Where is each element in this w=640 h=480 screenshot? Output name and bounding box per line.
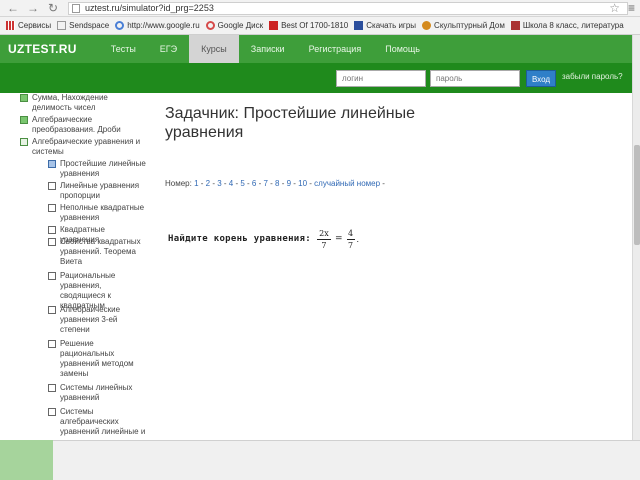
task-link-1[interactable]: 1 [194, 179, 198, 188]
bookmark-item[interactable]: Sendspace [57, 21, 109, 30]
bookmark-item[interactable]: Скульптурный Дом [422, 21, 505, 30]
apps-icon [6, 21, 15, 30]
rhs-fraction: 4 7 [346, 228, 355, 250]
bookmark-item[interactable]: http://www.google.ru [115, 21, 200, 30]
nav-item-courses[interactable]: Курсы [189, 35, 239, 63]
document-icon [48, 306, 56, 314]
lhs-fraction: 2x 7 [316, 228, 331, 250]
folder-icon [20, 116, 28, 124]
page-title: Задачник: Простейшие линейные уравнения [165, 105, 416, 141]
document-icon [48, 182, 56, 190]
nav-item-tests[interactable]: Тесты [99, 35, 148, 63]
google-icon [115, 21, 125, 30]
scroll-thumb[interactable] [634, 145, 640, 245]
nav-menu: Тесты ЕГЭ Курсы Записки Регистрация Помо… [99, 35, 432, 63]
page-icon [269, 21, 279, 30]
period: . [356, 234, 360, 244]
bottom-green-block [0, 440, 53, 480]
nav-item-help[interactable]: Помощь [373, 35, 432, 63]
sidebar-item[interactable]: Линейные уравнения пропорции [48, 181, 146, 201]
sidebar: Сумма, Нахождение делимость чисел Алгебр… [0, 93, 150, 440]
task-link-4[interactable]: 4 [229, 179, 233, 188]
rhs-numerator: 4 [347, 228, 354, 238]
folder-icon [20, 94, 28, 102]
document-icon [48, 160, 56, 168]
task-link-10[interactable]: 10 [298, 179, 307, 188]
menu-icon[interactable]: ≡ [628, 1, 635, 15]
random-task-link[interactable]: случайный номер [314, 179, 380, 188]
reload-icon[interactable]: ↻ [46, 1, 60, 15]
fraction-bar [346, 238, 355, 240]
nav-item-notes[interactable]: Записки [239, 35, 297, 63]
document-icon [48, 384, 56, 392]
bookmark-item[interactable]: Google Диск [205, 21, 263, 30]
google-icon [205, 21, 215, 30]
document-icon [48, 204, 56, 212]
sidebar-item[interactable]: Сумма, Нахождение делимость чисел [20, 93, 145, 113]
login-input[interactable] [336, 70, 426, 87]
forward-icon[interactable]: → [26, 1, 40, 15]
site-icon [422, 21, 432, 30]
document-icon [48, 238, 56, 246]
task-text: Найдите корень уравнения: [168, 234, 311, 244]
sidebar-item[interactable]: Системы алгебраических уравнений линейны… [48, 407, 146, 437]
sidebar-item[interactable]: Решение рациональных уравнений методом з… [48, 339, 146, 379]
rhs-denominator: 7 [347, 240, 354, 250]
bookmark-item[interactable]: Скачать игры [354, 21, 416, 30]
url-text: uztest.ru/simulator?id_prg=2253 [85, 2, 214, 13]
globe-icon [354, 21, 364, 30]
page-icon [72, 3, 80, 13]
task-link-6[interactable]: 6 [252, 179, 256, 188]
password-input[interactable] [430, 70, 520, 87]
bookmark-item[interactable]: Best Of 1700-1810 [269, 21, 348, 30]
nav-item-ege[interactable]: ЕГЭ [148, 35, 189, 63]
fraction-bar [316, 238, 331, 240]
sidebar-item[interactable]: Системы линейных уравнений [48, 383, 146, 403]
task-statement: Найдите корень уравнения: 2x 7 = 4 7 . [168, 226, 359, 252]
task-link-7[interactable]: 7 [263, 179, 267, 188]
browser-toolbar: ← → ↻ uztest.ru/simulator?id_prg=2253 ☆ … [0, 0, 640, 17]
document-icon [48, 272, 56, 280]
bookmark-item[interactable]: Школа 8 класс, литература [510, 21, 624, 30]
site-logo[interactable]: UZTEST.RU [8, 42, 77, 56]
sidebar-item[interactable]: Неполные квадратные уравнения [48, 203, 146, 223]
sidebar-item[interactable]: Свойства квадратных уравнений. Теорема В… [48, 237, 146, 267]
back-icon[interactable]: ← [6, 1, 20, 15]
bookmarks-bar: Сервисы Sendspace http://www.google.ru G… [0, 17, 640, 35]
task-link-2[interactable]: 2 [206, 179, 210, 188]
address-bar[interactable]: uztest.ru/simulator?id_prg=2253 [68, 1, 628, 15]
document-icon [48, 226, 56, 234]
task-link-8[interactable]: 8 [275, 179, 279, 188]
nav-item-register[interactable]: Регистрация [297, 35, 374, 63]
lhs-numerator: 2x [319, 228, 329, 238]
site-icon [510, 21, 520, 30]
folder-open-icon [20, 138, 28, 146]
login-button[interactable]: Вход [526, 70, 556, 87]
document-icon [48, 408, 56, 416]
task-number-links: Номер: 1 - 2 - 3 - 4 - 5 - 6 - 7 - 8 - 9… [165, 179, 385, 188]
sidebar-item[interactable]: Алгебраические уравнения 3-ей степени [48, 305, 146, 335]
lhs-denominator: 7 [321, 240, 327, 250]
task-link-3[interactable]: 3 [217, 179, 221, 188]
equals-sign: = [334, 234, 343, 244]
page-icon [57, 21, 67, 30]
star-icon[interactable]: ☆ [609, 1, 620, 15]
forgot-password-link[interactable]: забыли пароль? [562, 72, 623, 81]
status-strip [0, 440, 640, 480]
document-icon [48, 340, 56, 348]
sidebar-item[interactable]: Алгебраические преобразования. Дроби [20, 115, 145, 135]
sidebar-item-current[interactable]: Простейшие линейные уравнения [48, 159, 146, 179]
numbers-label: Номер: [165, 179, 195, 188]
site-navbar: UZTEST.RU Тесты ЕГЭ Курсы Записки Регист… [0, 35, 632, 63]
bookmark-item[interactable]: Сервисы [6, 21, 51, 30]
sidebar-item[interactable]: Алгебраические уравнения и системы [20, 137, 145, 157]
task-link-9[interactable]: 9 [287, 179, 291, 188]
login-bar: Вход забыли пароль? [0, 63, 632, 93]
task-link-5[interactable]: 5 [240, 179, 244, 188]
page-scrollbar[interactable] [632, 35, 640, 440]
